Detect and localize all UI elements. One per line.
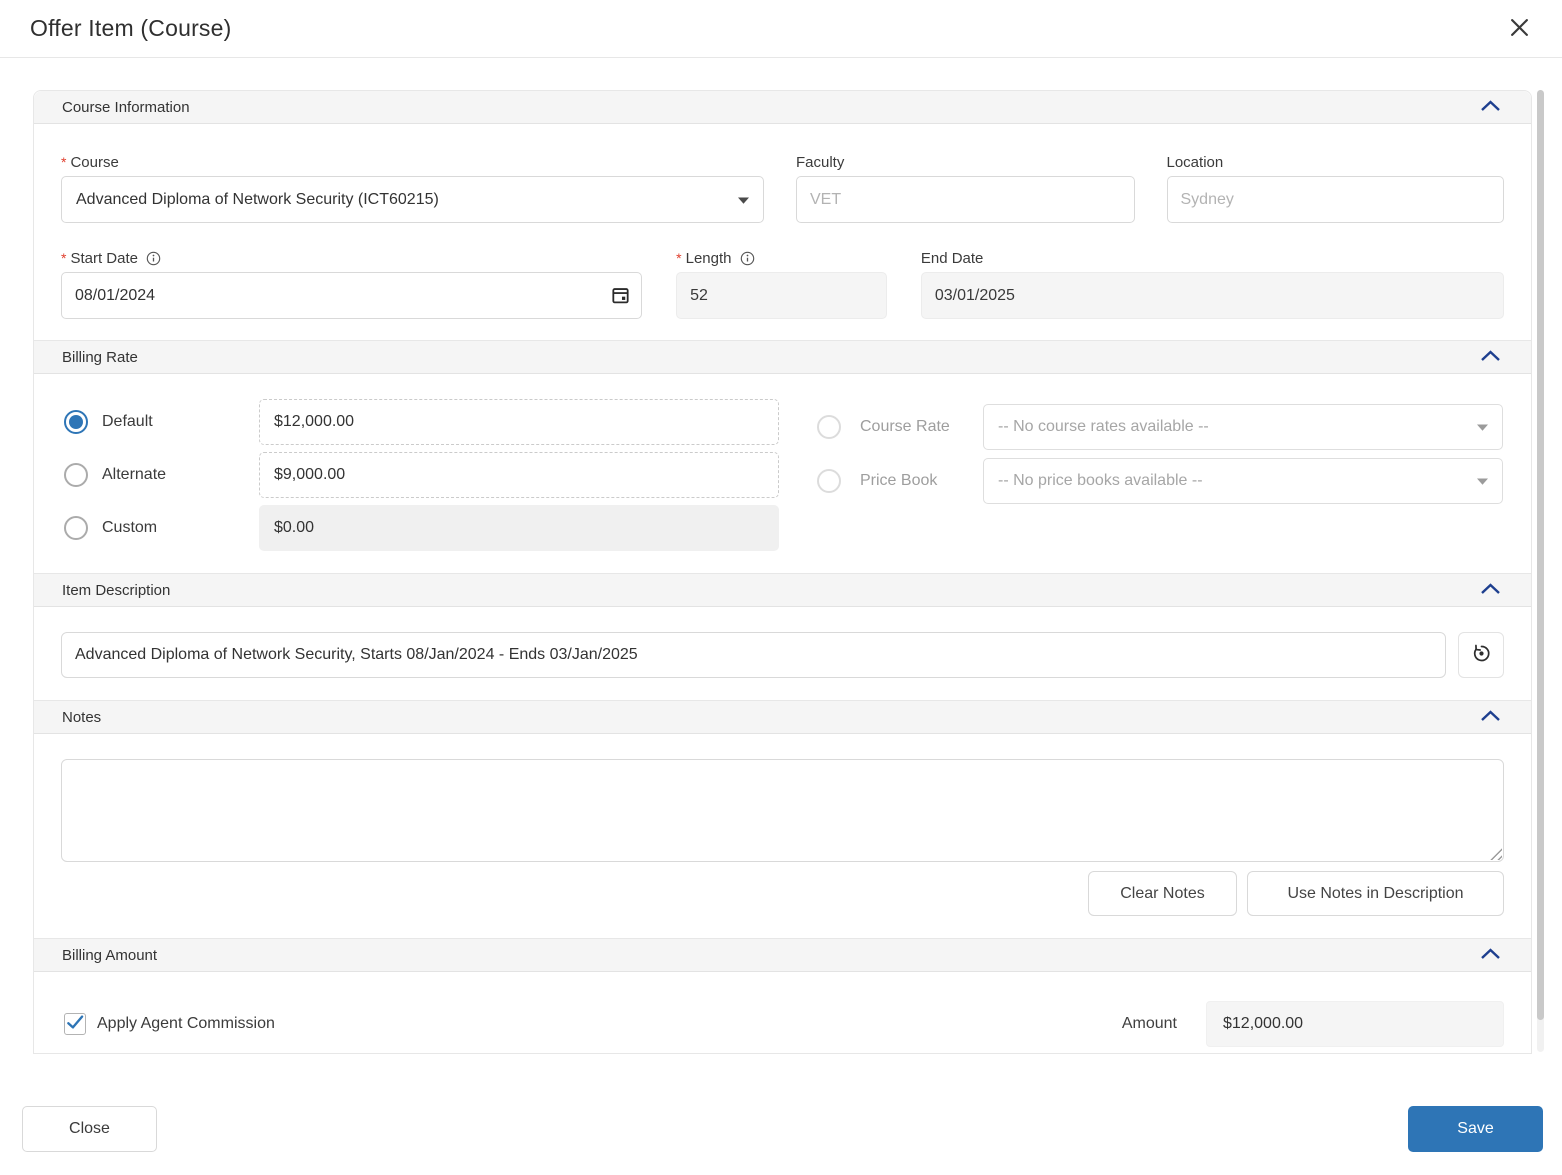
info-icon xyxy=(740,251,755,266)
section-notes: Notes Clear Notes Use Notes in Descripti… xyxy=(33,700,1532,939)
section-billing-amount: Billing Amount Apply Agent Commission Am… xyxy=(33,938,1532,1054)
close-icon xyxy=(1509,17,1530,41)
course-information-body: * Course Advanced Diploma of Network Secu… xyxy=(34,124,1531,340)
alternate-radio-label: Alternate xyxy=(102,466,167,483)
notes-textarea[interactable] xyxy=(61,759,1504,862)
custom-radio[interactable] xyxy=(64,516,88,540)
section-title: Billing Amount xyxy=(62,946,158,964)
price-book-select: -- No price books available -- xyxy=(983,458,1503,504)
end-date-input xyxy=(920,272,1504,319)
section-title: Billing Rate xyxy=(62,348,138,366)
price-book-radio xyxy=(817,469,841,493)
calendar-icon[interactable] xyxy=(611,286,630,310)
apply-agent-commission-label: Apply Agent Commission xyxy=(97,1015,275,1032)
default-radio-label: Default xyxy=(102,413,153,430)
collapse-notes-button[interactable] xyxy=(1478,708,1503,727)
notes-header: Notes xyxy=(34,701,1531,734)
billing-amount-header: Billing Amount xyxy=(34,939,1531,972)
vertical-scrollbar-thumb[interactable] xyxy=(1537,90,1544,1020)
save-button[interactable]: Save xyxy=(1408,1106,1543,1152)
length-input xyxy=(676,272,887,319)
vertical-scrollbar-track[interactable] xyxy=(1537,90,1544,1052)
custom-radio-label: Custom xyxy=(102,519,158,536)
course-rate-select-value: -- No course rates available -- xyxy=(998,418,1209,435)
custom-rate-input xyxy=(259,505,779,551)
caret-down-icon xyxy=(1477,472,1488,490)
collapse-billing-amount-button[interactable] xyxy=(1478,946,1503,965)
billing-amount-body: Apply Agent Commission Amount xyxy=(34,972,1531,1053)
billing-rate-header: Billing Rate xyxy=(34,341,1531,374)
end-date-label: End Date xyxy=(920,249,984,267)
course-select[interactable]: Advanced Diploma of Network Security (IC… xyxy=(61,176,764,223)
alternate-rate-input[interactable] xyxy=(259,452,779,498)
billing-option-default: Default xyxy=(61,399,779,445)
billing-rate-body: Default Alternate Custom Course Rate xyxy=(34,374,1531,573)
start-date-label: * Start Date xyxy=(61,249,642,267)
item-description-header: Item Description xyxy=(34,574,1531,607)
faculty-label: Faculty xyxy=(795,153,845,171)
section-billing-rate: Billing Rate Default Alternate xyxy=(33,340,1532,574)
required-marker: * xyxy=(61,154,67,170)
item-description-input[interactable] xyxy=(61,632,1446,678)
amount-input xyxy=(1206,1001,1504,1047)
clear-notes-button[interactable]: Clear Notes xyxy=(1088,871,1237,916)
price-book-radio-label: Price Book xyxy=(860,472,938,489)
location-input xyxy=(1166,176,1505,223)
modal-scroll-area: Course Information * Course Advanced Dipl… xyxy=(33,90,1532,1054)
chevron-up-icon xyxy=(1480,582,1501,598)
apply-agent-commission-checkbox[interactable] xyxy=(64,1013,86,1035)
close-modal-button[interactable]: Close xyxy=(22,1106,157,1152)
collapse-course-information-button[interactable] xyxy=(1478,98,1503,117)
page-title: Offer Item (Course) xyxy=(30,15,232,41)
collapse-item-description-button[interactable] xyxy=(1478,581,1503,600)
close-button[interactable] xyxy=(1502,12,1536,46)
course-select-value: Advanced Diploma of Network Security (IC… xyxy=(76,190,439,208)
section-item-description: Item Description xyxy=(33,573,1532,701)
default-rate-input[interactable] xyxy=(259,399,779,445)
billing-option-price-book: Price Book -- No price books available -… xyxy=(814,458,1503,504)
modal-header: Offer Item (Course) xyxy=(0,0,1562,58)
course-rate-select: -- No course rates available -- xyxy=(983,404,1503,450)
collapse-billing-rate-button[interactable] xyxy=(1478,348,1503,367)
billing-option-alternate: Alternate xyxy=(61,452,779,498)
section-course-information: Course Information * Course Advanced Dipl… xyxy=(33,90,1532,341)
reset-description-button[interactable] xyxy=(1458,632,1504,678)
chevron-up-icon xyxy=(1480,709,1501,725)
info-icon xyxy=(146,251,161,266)
modal-footer: Close Save xyxy=(0,1054,1562,1152)
reset-icon xyxy=(1470,642,1493,668)
billing-option-custom: Custom xyxy=(61,505,779,551)
location-label: Location xyxy=(1166,153,1224,171)
notes-body: Clear Notes Use Notes in Description xyxy=(34,734,1531,938)
caret-down-icon xyxy=(1477,418,1488,436)
use-notes-in-description-button[interactable]: Use Notes in Description xyxy=(1247,871,1504,916)
amount-label: Amount xyxy=(1121,1015,1177,1032)
faculty-input xyxy=(795,176,1135,223)
required-marker: * xyxy=(676,250,682,266)
section-title: Item Description xyxy=(62,581,171,599)
required-marker: * xyxy=(61,250,67,266)
alternate-radio[interactable] xyxy=(64,463,88,487)
course-rate-radio-label: Course Rate xyxy=(860,418,950,435)
course-label: * Course xyxy=(61,153,119,171)
item-description-body xyxy=(34,607,1531,700)
chevron-up-icon xyxy=(1480,947,1501,963)
chevron-up-icon xyxy=(1480,349,1501,365)
price-book-select-value: -- No price books available -- xyxy=(998,472,1203,489)
default-radio[interactable] xyxy=(64,410,88,434)
billing-option-course-rate: Course Rate -- No course rates available… xyxy=(814,404,1503,450)
course-rate-radio xyxy=(817,415,841,439)
start-date-input[interactable] xyxy=(61,272,643,319)
chevron-up-icon xyxy=(1480,99,1501,115)
check-icon xyxy=(65,1012,85,1032)
length-label: * Length xyxy=(676,249,887,267)
section-title: Notes xyxy=(62,708,102,726)
course-information-header: Course Information xyxy=(34,91,1531,124)
caret-down-icon xyxy=(737,191,749,209)
section-title: Course Information xyxy=(62,98,190,116)
